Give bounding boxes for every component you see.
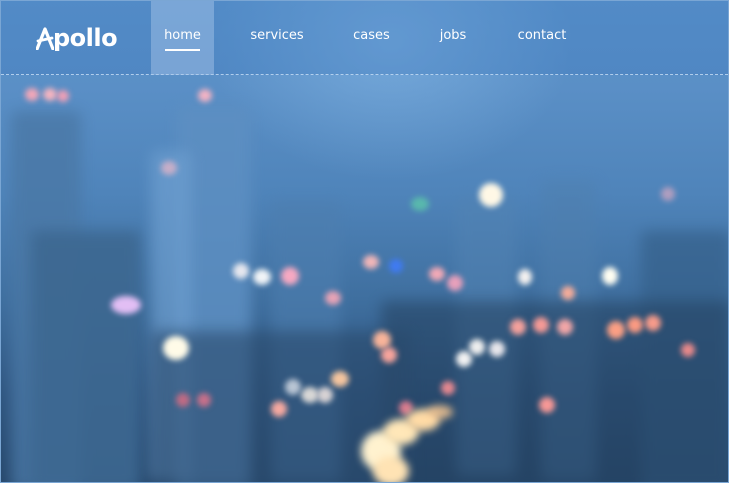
apollo-a-logo-icon bbox=[36, 27, 54, 50]
nav-contact-label: contact bbox=[517, 27, 567, 43]
nav-home[interactable]: home bbox=[151, 1, 214, 75]
active-underline bbox=[165, 49, 200, 51]
logo[interactable]: pollo bbox=[36, 21, 118, 55]
nav-cases-label: cases bbox=[353, 27, 390, 43]
nav-jobs[interactable]: jobs bbox=[403, 1, 503, 75]
main-nav: home services cases jobs contact bbox=[151, 1, 581, 75]
nav-contact[interactable]: contact bbox=[503, 1, 581, 75]
nav-home-label: home bbox=[164, 27, 201, 43]
page: pollo home services cases jobs contact bbox=[0, 0, 729, 483]
nav-services-label: services bbox=[250, 27, 304, 43]
nav-jobs-label: jobs bbox=[439, 27, 467, 43]
nav-services[interactable]: services bbox=[214, 1, 340, 75]
logo-text: pollo bbox=[53, 24, 118, 52]
site-header: pollo home services cases jobs contact bbox=[1, 1, 728, 75]
nav-cases[interactable]: cases bbox=[340, 1, 403, 75]
